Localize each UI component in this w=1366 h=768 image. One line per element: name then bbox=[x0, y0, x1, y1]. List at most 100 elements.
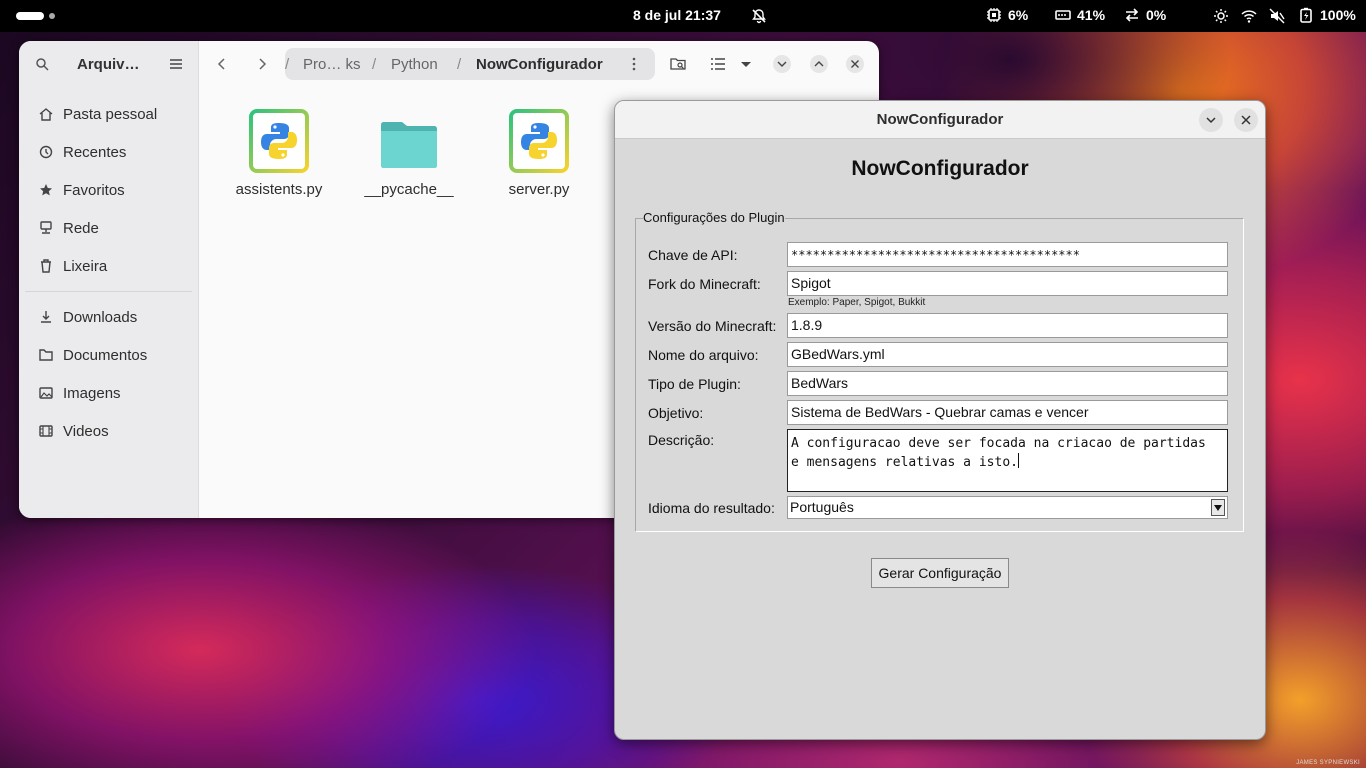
close-icon[interactable] bbox=[846, 55, 864, 73]
minimize-icon[interactable] bbox=[773, 55, 791, 73]
python-file-icon bbox=[509, 109, 569, 173]
sidebar: Arquiv… Pasta pessoal Recentes Favoritos… bbox=[19, 41, 199, 518]
breadcrumb-item[interactable]: Python bbox=[391, 56, 438, 73]
text-cursor bbox=[1017, 453, 1019, 468]
folder-item[interactable]: __pycache__ bbox=[349, 109, 469, 198]
sidebar-item-network[interactable]: Rede bbox=[19, 209, 198, 247]
network-icon bbox=[40, 221, 52, 234]
api-key-input[interactable]: **************************************** bbox=[787, 242, 1228, 267]
python-file-icon bbox=[249, 109, 309, 173]
close-icon bbox=[1241, 115, 1251, 125]
language-selected-value: Português bbox=[790, 499, 854, 515]
workspace-indicator[interactable] bbox=[49, 13, 55, 19]
home-icon bbox=[39, 108, 53, 121]
brightness-icon[interactable] bbox=[1213, 8, 1229, 24]
back-icon[interactable] bbox=[213, 55, 231, 73]
chevron-down-icon bbox=[1206, 117, 1216, 124]
description-line: A configuracao deve ser focada na criaca… bbox=[791, 436, 1206, 451]
star-icon bbox=[40, 184, 52, 196]
dialog-title: NowConfigurador bbox=[876, 111, 1004, 128]
sidebar-item-label: Pasta pessoal bbox=[63, 105, 158, 123]
network-value: 0% bbox=[1146, 7, 1167, 23]
folder-search-icon[interactable] bbox=[670, 56, 686, 72]
breadcrumb-separator: / bbox=[457, 56, 462, 73]
group-label: Configurações do Plugin bbox=[643, 210, 785, 225]
wifi-icon[interactable] bbox=[1241, 8, 1257, 24]
memory-icon bbox=[1055, 10, 1071, 20]
dialog-titlebar: NowConfigurador bbox=[615, 101, 1265, 139]
clock[interactable]: 8 de jul 21:37 bbox=[633, 7, 721, 23]
sidebar-item-favorites[interactable]: Favoritos bbox=[19, 171, 198, 209]
language-select[interactable]: Português bbox=[787, 496, 1228, 519]
file-name: server.py bbox=[508, 181, 570, 198]
battery-value: 100% bbox=[1320, 7, 1356, 23]
header-bar: / Pro… ks / Python / NowConfigurador bbox=[199, 41, 879, 87]
breadcrumb-item[interactable]: Pro… ks bbox=[303, 56, 361, 73]
network-indicator[interactable]: 0% bbox=[1124, 7, 1166, 23]
view-options-dropdown-icon[interactable] bbox=[738, 56, 754, 72]
plugin-type-label: Tipo de Plugin: bbox=[648, 376, 741, 392]
cpu-icon bbox=[987, 8, 1001, 22]
sidebar-item-label: Rede bbox=[63, 219, 99, 237]
battery-indicator[interactable]: 100% bbox=[1298, 7, 1356, 23]
objective-input[interactable]: Sistema de BedWars - Quebrar camas e ven… bbox=[787, 400, 1228, 425]
memory-indicator[interactable]: 41% bbox=[1055, 7, 1105, 23]
fork-label: Fork do Minecraft: bbox=[648, 276, 761, 292]
notifications-off-icon[interactable] bbox=[751, 8, 767, 24]
breadcrumb-separator: / bbox=[285, 56, 290, 73]
window-title: Arquiv… bbox=[77, 56, 140, 73]
sidebar-item-label: Lixeira bbox=[63, 257, 108, 275]
filename-input[interactable]: GBedWars.yml bbox=[787, 342, 1228, 367]
objective-label: Objetivo: bbox=[648, 405, 704, 421]
wallpaper-credit: JAMES SYPNIEWSKI bbox=[1296, 760, 1360, 766]
document-icon bbox=[39, 349, 53, 361]
sidebar-item-documents[interactable]: Documentos bbox=[19, 336, 198, 374]
version-label: Versão do Minecraft: bbox=[648, 318, 777, 334]
dialog-close-button[interactable] bbox=[1234, 108, 1258, 132]
transfer-arrows-icon bbox=[1125, 8, 1139, 22]
video-icon bbox=[39, 425, 53, 437]
sidebar-item-label: Imagens bbox=[63, 384, 121, 402]
cpu-indicator[interactable]: 6% bbox=[986, 7, 1028, 23]
file-item[interactable]: assistents.py bbox=[219, 109, 339, 198]
fork-hint: Exemplo: Paper, Spigot, Bukkit bbox=[788, 297, 926, 308]
battery-charging-icon bbox=[1300, 7, 1312, 23]
sidebar-item-videos[interactable]: Videos bbox=[19, 412, 198, 450]
file-name: __pycache__ bbox=[364, 181, 454, 198]
sidebar-divider bbox=[25, 291, 192, 292]
dropdown-arrow-icon[interactable] bbox=[1211, 499, 1225, 516]
workspace-indicator-active[interactable] bbox=[16, 12, 44, 20]
maximize-icon[interactable] bbox=[810, 55, 828, 73]
breadcrumb: / Pro… ks / Python / NowConfigurador bbox=[285, 48, 655, 80]
file-name: assistents.py bbox=[235, 181, 323, 198]
sidebar-item-downloads[interactable]: Downloads bbox=[19, 298, 198, 336]
search-icon[interactable] bbox=[35, 57, 49, 71]
clock-icon bbox=[39, 145, 53, 159]
sidebar-item-label: Videos bbox=[63, 422, 109, 440]
more-options-icon[interactable] bbox=[631, 57, 637, 71]
cpu-value: 6% bbox=[1008, 7, 1029, 23]
forward-icon[interactable] bbox=[253, 55, 271, 73]
volume-muted-icon[interactable] bbox=[1269, 8, 1285, 24]
sidebar-item-trash[interactable]: Lixeira bbox=[19, 247, 198, 285]
description-textarea[interactable]: A configuracao deve ser focada na criaca… bbox=[787, 429, 1228, 492]
folder-icon bbox=[381, 122, 437, 168]
generate-config-button[interactable]: Gerar Configuração bbox=[871, 558, 1009, 588]
plugin-type-input[interactable]: BedWars bbox=[787, 371, 1228, 396]
fork-input[interactable]: Spigot bbox=[787, 271, 1228, 296]
breadcrumb-current[interactable]: NowConfigurador bbox=[476, 56, 603, 73]
breadcrumb-separator: / bbox=[372, 56, 377, 73]
sidebar-item-label: Recentes bbox=[63, 143, 127, 161]
config-dialog: NowConfigurador NowConfigurador Configur… bbox=[614, 100, 1266, 740]
sidebar-item-recent[interactable]: Recentes bbox=[19, 133, 198, 171]
version-input[interactable]: 1.8.9 bbox=[787, 313, 1228, 338]
download-icon bbox=[41, 311, 51, 323]
sidebar-item-images[interactable]: Imagens bbox=[19, 374, 198, 412]
sidebar-item-home[interactable]: Pasta pessoal bbox=[19, 95, 198, 133]
list-view-icon[interactable] bbox=[710, 56, 726, 72]
sidebar-item-label: Downloads bbox=[63, 308, 138, 326]
file-item[interactable]: server.py bbox=[479, 109, 599, 198]
dialog-minimize-button[interactable] bbox=[1199, 108, 1223, 132]
hamburger-menu-icon[interactable] bbox=[169, 57, 183, 71]
dialog-heading: NowConfigurador bbox=[851, 157, 1029, 180]
